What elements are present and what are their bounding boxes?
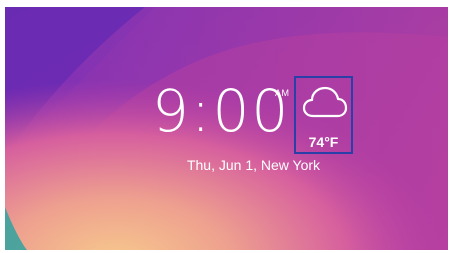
- date-location-label: Thu, Jun 1, New York: [186, 157, 321, 173]
- lock-screen: 9:00 AM 74°F Thu, Jun 1, New York: [0, 0, 454, 253]
- cloud-icon: [302, 86, 348, 118]
- clock-time: 9:00: [152, 77, 291, 145]
- temperature-label: 74°F: [308, 134, 339, 150]
- weather-widget[interactable]: 74°F: [294, 76, 353, 154]
- clock-ampm: AM: [275, 88, 290, 98]
